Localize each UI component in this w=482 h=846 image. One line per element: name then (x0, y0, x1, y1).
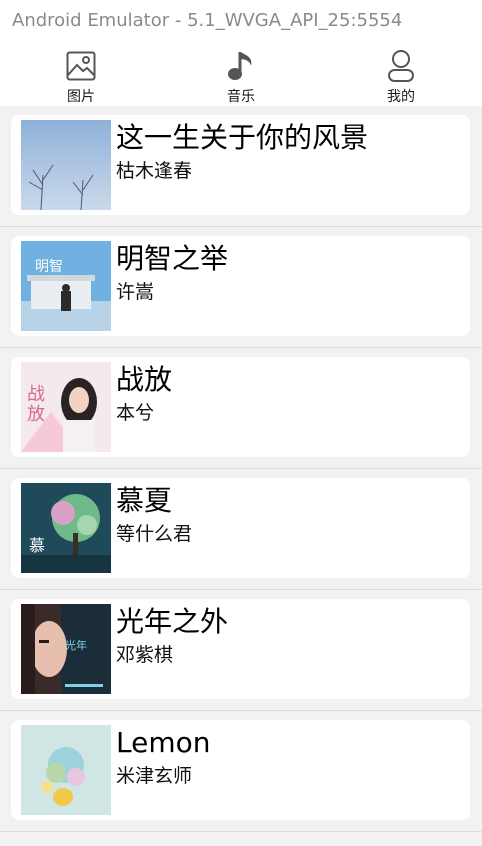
song-title: 战放 (116, 363, 173, 396)
svg-text:战: 战 (27, 384, 45, 405)
list-item[interactable]: 这一生关于你的风景 枯木逢春 (0, 106, 482, 227)
song-artist: 米津玄师 (116, 765, 193, 787)
tab-pictures[interactable]: 图片 (21, 44, 141, 106)
emulator-titlebar: Android Emulator - 5.1_WVGA_API_25:5554 (0, 0, 482, 44)
song-artist: 许嵩 (116, 281, 155, 303)
person-icon (384, 48, 418, 84)
song-artist: 等什么君 (116, 523, 193, 545)
tab-label-pictures: 图片 (67, 89, 95, 105)
album-cover: 光年 (21, 604, 111, 694)
song-title: 明智之举 (116, 242, 229, 275)
list-item[interactable]: 慕 慕夏 等什么君 (0, 469, 482, 590)
album-cover: 明智 (21, 241, 111, 331)
music-note-icon (224, 48, 258, 84)
song-artist: 邓紫棋 (116, 644, 174, 666)
song-card[interactable]: 光年 光年之外 邓紫棋 (11, 599, 470, 699)
album-cover (21, 120, 111, 210)
song-card[interactable]: 战 放 战放 本兮 (11, 357, 470, 457)
list-item[interactable]: 明智 明智之举 许嵩 (0, 227, 482, 348)
top-tab-bar: 图片 音乐 我的 (0, 44, 482, 106)
song-title: 慕夏 (116, 484, 173, 517)
svg-text:放: 放 (27, 404, 45, 425)
song-card[interactable]: 这一生关于你的风景 枯木逢春 (11, 115, 470, 215)
song-artist: 本兮 (116, 402, 155, 424)
list-item[interactable]: 光年 光年之外 邓紫棋 (0, 590, 482, 711)
song-artist: 枯木逢春 (116, 160, 193, 182)
tab-mine[interactable]: 我的 (341, 44, 461, 106)
image-icon (64, 48, 98, 84)
list-item[interactable]: Lemon 米津玄师 (0, 711, 482, 832)
song-title: 光年之外 (116, 605, 229, 638)
list-item[interactable]: 战 放 战放 本兮 (0, 348, 482, 469)
song-card[interactable]: 明智 明智之举 许嵩 (11, 236, 470, 336)
album-cover (21, 725, 111, 815)
window-title: Android Emulator - 5.1_WVGA_API_25:5554 (12, 10, 403, 31)
song-title: 这一生关于你的风景 (116, 121, 369, 154)
song-card[interactable]: Lemon 米津玄师 (11, 720, 470, 820)
song-list[interactable]: 这一生关于你的风景 枯木逢春 明智 明智之举 许嵩 战 放 战放 本兮 慕 慕夏… (0, 106, 482, 846)
album-cover: 慕 (21, 483, 111, 573)
svg-text:慕: 慕 (29, 536, 45, 555)
tab-label-mine: 我的 (387, 89, 415, 105)
tab-music[interactable]: 音乐 (181, 44, 301, 106)
svg-text:光年: 光年 (65, 638, 87, 652)
song-title: Lemon (116, 726, 211, 759)
album-cover: 战 放 (21, 362, 111, 452)
tab-label-music: 音乐 (227, 89, 255, 105)
song-card[interactable]: 慕 慕夏 等什么君 (11, 478, 470, 578)
svg-text:明智: 明智 (35, 259, 63, 275)
